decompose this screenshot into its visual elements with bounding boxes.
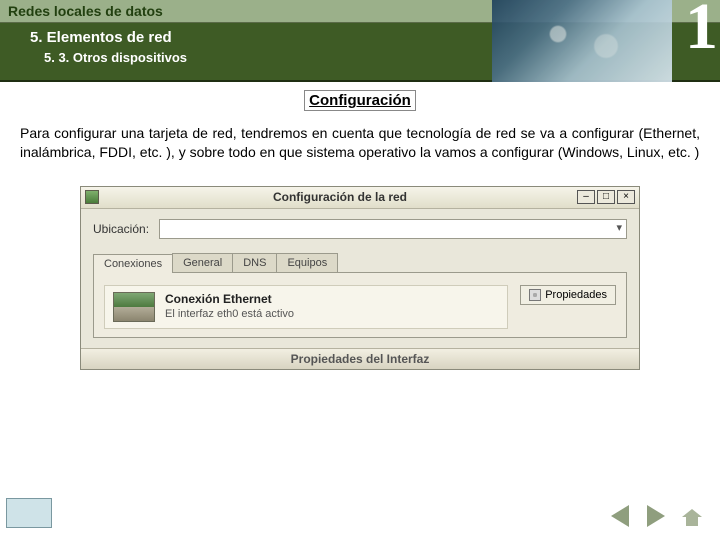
page-number: 1 bbox=[685, 0, 718, 60]
home-icon bbox=[681, 505, 703, 527]
footer-nav bbox=[606, 504, 706, 528]
sub-dialog-title: Propiedades del Interfaz bbox=[81, 348, 639, 369]
footer-placeholder-box bbox=[6, 498, 52, 528]
location-select[interactable] bbox=[159, 219, 627, 239]
window-close-button[interactable]: × bbox=[617, 190, 635, 204]
header-globe-image bbox=[492, 0, 672, 82]
tab-content: Conexión Ethernet El interfaz eth0 está … bbox=[93, 273, 627, 338]
slide-header: Redes locales de datos 5. Elementos de r… bbox=[0, 0, 720, 82]
window-minimize-button[interactable]: – bbox=[577, 190, 595, 204]
properties-button[interactable]: Propiedades bbox=[520, 285, 616, 305]
triangle-right-icon bbox=[647, 505, 665, 527]
tab-dns[interactable]: DNS bbox=[232, 253, 277, 272]
content-heading-wrap: Configuración bbox=[0, 92, 720, 110]
nav-next-button[interactable] bbox=[642, 504, 670, 528]
window-maximize-button[interactable]: □ bbox=[597, 190, 615, 204]
connection-subtitle: El interfaz eth0 está activo bbox=[165, 307, 294, 321]
screenshot-dialog: Configuración de la red – □ × Ubicación:… bbox=[80, 186, 640, 370]
properties-button-label: Propiedades bbox=[545, 289, 607, 301]
tab-strip: Conexiones General DNS Equipos bbox=[93, 253, 627, 273]
location-label: Ubicación: bbox=[93, 222, 149, 236]
connection-item[interactable]: Conexión Ethernet El interfaz eth0 está … bbox=[104, 285, 508, 329]
dialog-app-icon bbox=[85, 190, 99, 204]
dialog-title: Configuración de la red bbox=[105, 190, 575, 204]
tab-general[interactable]: General bbox=[172, 253, 233, 272]
content-heading: Configuración bbox=[304, 90, 416, 111]
body-paragraph: Para configurar una tarjeta de red, tend… bbox=[0, 110, 720, 162]
connection-title: Conexión Ethernet bbox=[165, 292, 294, 308]
tab-equipos[interactable]: Equipos bbox=[276, 253, 338, 272]
dialog-titlebar: Configuración de la red – □ × bbox=[81, 187, 639, 209]
triangle-left-icon bbox=[611, 505, 629, 527]
nav-prev-button[interactable] bbox=[606, 504, 634, 528]
tab-conexiones[interactable]: Conexiones bbox=[93, 254, 173, 273]
nic-card-icon bbox=[113, 292, 155, 322]
location-row: Ubicación: bbox=[93, 219, 627, 239]
gear-icon bbox=[529, 289, 541, 301]
nav-home-button[interactable] bbox=[678, 504, 706, 528]
